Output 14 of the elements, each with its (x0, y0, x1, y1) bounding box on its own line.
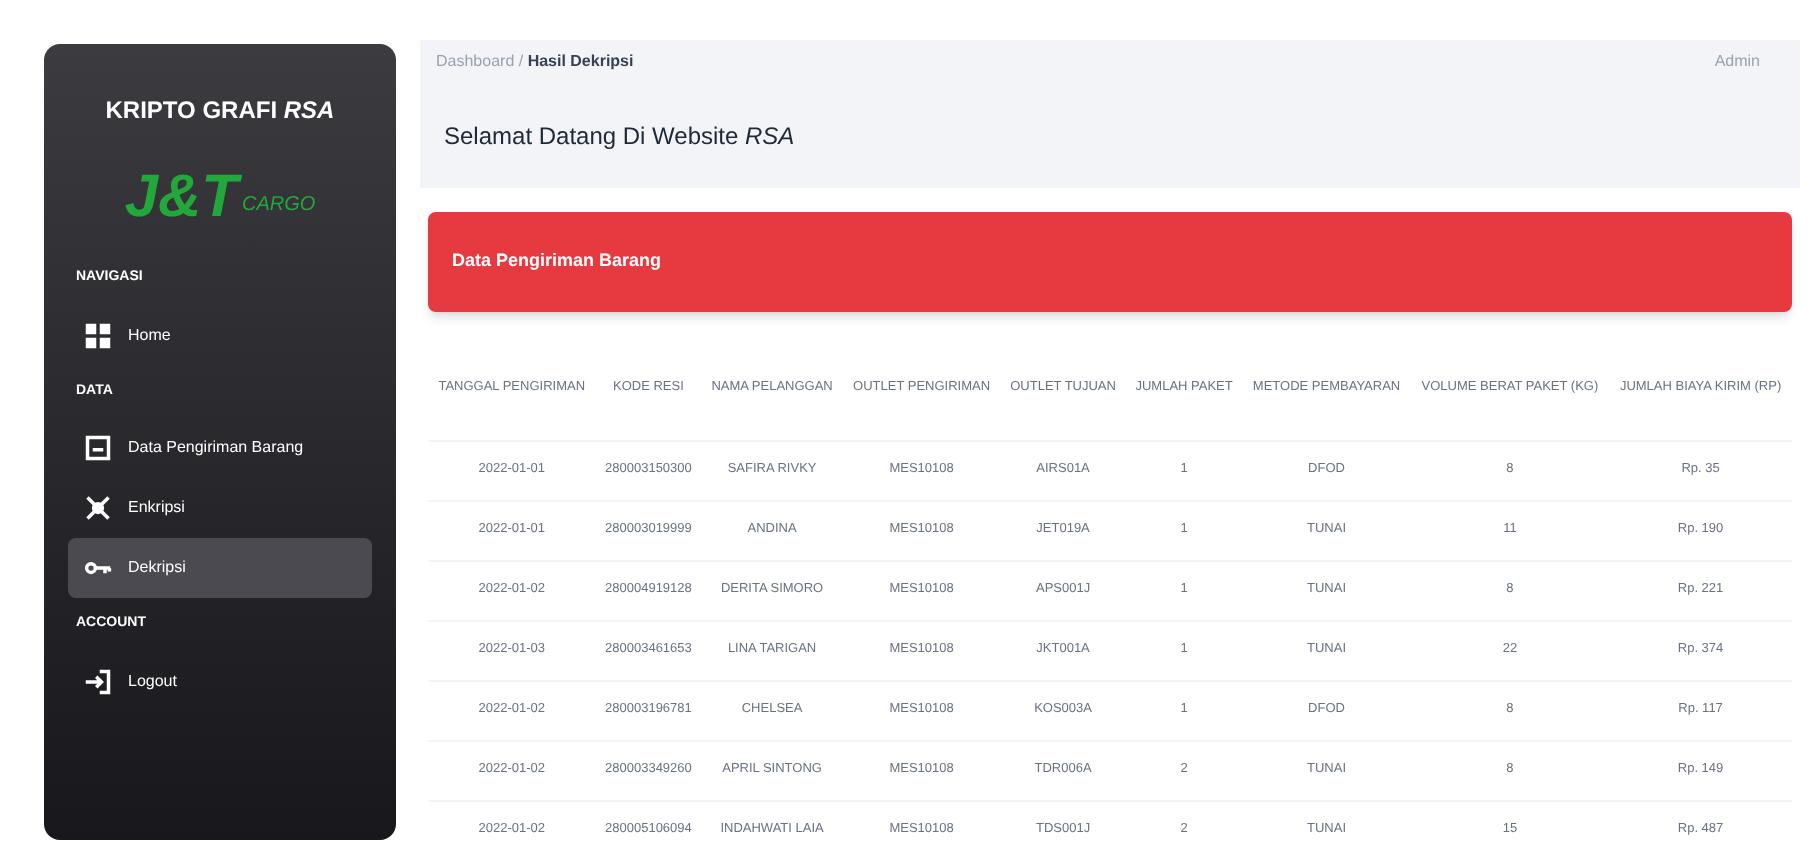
sidebar-item[interactable]: Home (68, 305, 372, 365)
box-icon (84, 434, 112, 462)
sidebar-item[interactable]: Dekripsi (68, 538, 372, 598)
cross-icon (84, 494, 112, 522)
sidebar-item[interactable]: Enkripsi (68, 478, 372, 538)
card-header: Data Pengiriman Barang (428, 212, 1792, 312)
welcome-heading: Selamat Datang Di Website RSA (444, 120, 795, 154)
grid-icon (84, 321, 112, 349)
sidebar-item[interactable]: Data Pengiriman Barang (68, 418, 372, 478)
logo: J&TCARGO (122, 168, 318, 228)
logout-icon (84, 667, 112, 695)
app-title: KRIPTO GRAFI RSA (103, 94, 337, 128)
sidebar-item[interactable]: Logout (68, 651, 372, 711)
breadcrumb: Dashboard / Hasil Dekripsi (436, 50, 634, 74)
